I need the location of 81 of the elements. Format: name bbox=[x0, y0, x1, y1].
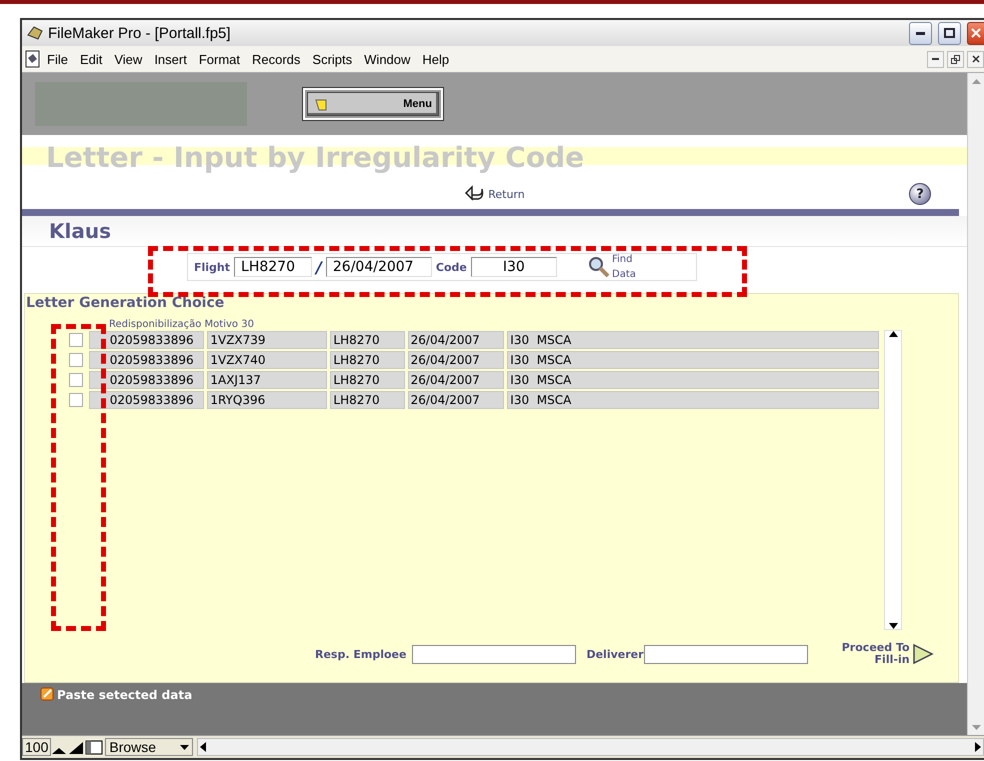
table-cell: 1VZX740 bbox=[207, 351, 328, 369]
zoom-icon[interactable] bbox=[51, 739, 86, 755]
close-button[interactable] bbox=[967, 22, 984, 44]
window-title: FileMaker Pro - [Portall.fp5] bbox=[48, 24, 232, 42]
close-icon bbox=[972, 55, 980, 63]
menu-button[interactable]: Menu bbox=[303, 88, 443, 120]
row-checkbox[interactable] bbox=[69, 373, 83, 387]
code-field[interactable]: I30 bbox=[470, 257, 557, 277]
close-button[interactable] bbox=[967, 50, 984, 68]
menu-item[interactable]: Help bbox=[416, 52, 456, 66]
separator: / bbox=[316, 258, 322, 276]
paste-button[interactable]: Paste setected data bbox=[40, 687, 192, 702]
close-icon bbox=[971, 28, 981, 38]
table-cell: I30 MSCA bbox=[507, 371, 879, 389]
menu-item[interactable]: View bbox=[108, 52, 148, 66]
horizontal-scrollbar[interactable] bbox=[197, 738, 984, 756]
minimize-icon bbox=[916, 32, 925, 34]
zoom-level[interactable]: 100 bbox=[22, 738, 52, 756]
row-checkbox[interactable] bbox=[69, 393, 83, 407]
table-cell: LH8270 bbox=[330, 371, 405, 389]
proceed-button[interactable]: Proceed To Fill-in bbox=[840, 642, 934, 666]
menu-item[interactable]: Edit bbox=[74, 52, 108, 66]
table-cell: LH8270 bbox=[330, 351, 405, 369]
table-cell: 26/04/2007 bbox=[408, 331, 504, 349]
search-icon bbox=[588, 256, 610, 278]
minimize-button[interactable] bbox=[927, 50, 944, 68]
panel-title: Letter Generation Choice bbox=[25, 294, 226, 311]
table-cell: 02059833896 bbox=[88, 351, 204, 369]
minimize-button[interactable] bbox=[909, 22, 932, 44]
table-cell: I30 MSCA bbox=[507, 351, 879, 369]
menu-item[interactable]: Window bbox=[358, 52, 416, 66]
field-label: Flight bbox=[194, 260, 230, 274]
restore-icon bbox=[951, 54, 960, 64]
table-cell: LH8270 bbox=[330, 331, 405, 349]
table-cell: 26/04/2007 bbox=[408, 351, 504, 369]
table-cell: 02059833896 bbox=[88, 391, 204, 409]
menu-item[interactable]: Scripts bbox=[306, 52, 358, 66]
find-data-button[interactable]: Find Data bbox=[588, 252, 642, 282]
dropdown-arrow-icon bbox=[180, 744, 190, 750]
menu-item[interactable]: Format bbox=[192, 52, 246, 66]
table-cell: I30 MSCA bbox=[507, 391, 879, 409]
scrollbar[interactable] bbox=[884, 330, 902, 630]
pencil-icon bbox=[40, 687, 55, 702]
return-link[interactable]: Return bbox=[464, 185, 525, 203]
table-cell: 02059833896 bbox=[88, 371, 204, 389]
field-label: Code bbox=[436, 260, 467, 274]
minimize-icon bbox=[932, 58, 939, 60]
app-icon bbox=[26, 25, 44, 41]
group-label: Redisponibilização Motivo 30 bbox=[109, 319, 255, 330]
table-cell: LH8270 bbox=[330, 391, 405, 409]
deliverer-field[interactable] bbox=[644, 644, 808, 664]
table-cell: 1AXJ137 bbox=[207, 371, 328, 389]
field-label: Resp. Emploee bbox=[315, 648, 406, 660]
help-button[interactable]: ? bbox=[909, 183, 931, 205]
scroll-left-icon[interactable] bbox=[198, 742, 208, 752]
flight-field[interactable]: LH8270 bbox=[234, 257, 312, 277]
scroll-right-icon[interactable] bbox=[973, 742, 983, 752]
menu-item[interactable]: File bbox=[41, 52, 74, 66]
play-arrow-icon bbox=[912, 643, 934, 665]
menu-item[interactable]: Records bbox=[246, 52, 306, 66]
scroll-up-icon[interactable] bbox=[888, 331, 898, 337]
document-icon bbox=[25, 50, 41, 68]
maximize-button[interactable] bbox=[938, 22, 961, 44]
table-cell: 26/04/2007 bbox=[408, 391, 504, 409]
row-checkbox[interactable] bbox=[69, 333, 83, 347]
table-cell: 1RYQ396 bbox=[207, 391, 328, 409]
row-checkbox[interactable] bbox=[69, 353, 83, 367]
restore-button[interactable] bbox=[947, 50, 964, 68]
menu-item[interactable]: Insert bbox=[148, 52, 193, 66]
table-cell: 1VZX739 bbox=[207, 331, 328, 349]
field-label: Deliverer bbox=[586, 648, 644, 660]
scroll-down-icon[interactable] bbox=[888, 623, 898, 629]
resp-employee-field[interactable] bbox=[412, 644, 576, 664]
table-cell: 02059833896 bbox=[88, 331, 204, 349]
table-cell: I30 MSCA bbox=[507, 331, 879, 349]
date-field[interactable]: 26/04/2007 bbox=[326, 257, 432, 277]
maximize-icon bbox=[944, 28, 955, 38]
user-name: Klaus bbox=[22, 216, 967, 247]
table-cell: 26/04/2007 bbox=[408, 371, 504, 389]
status-toggle-icon[interactable] bbox=[85, 740, 104, 754]
mode-dropdown[interactable]: Browse bbox=[105, 738, 194, 756]
